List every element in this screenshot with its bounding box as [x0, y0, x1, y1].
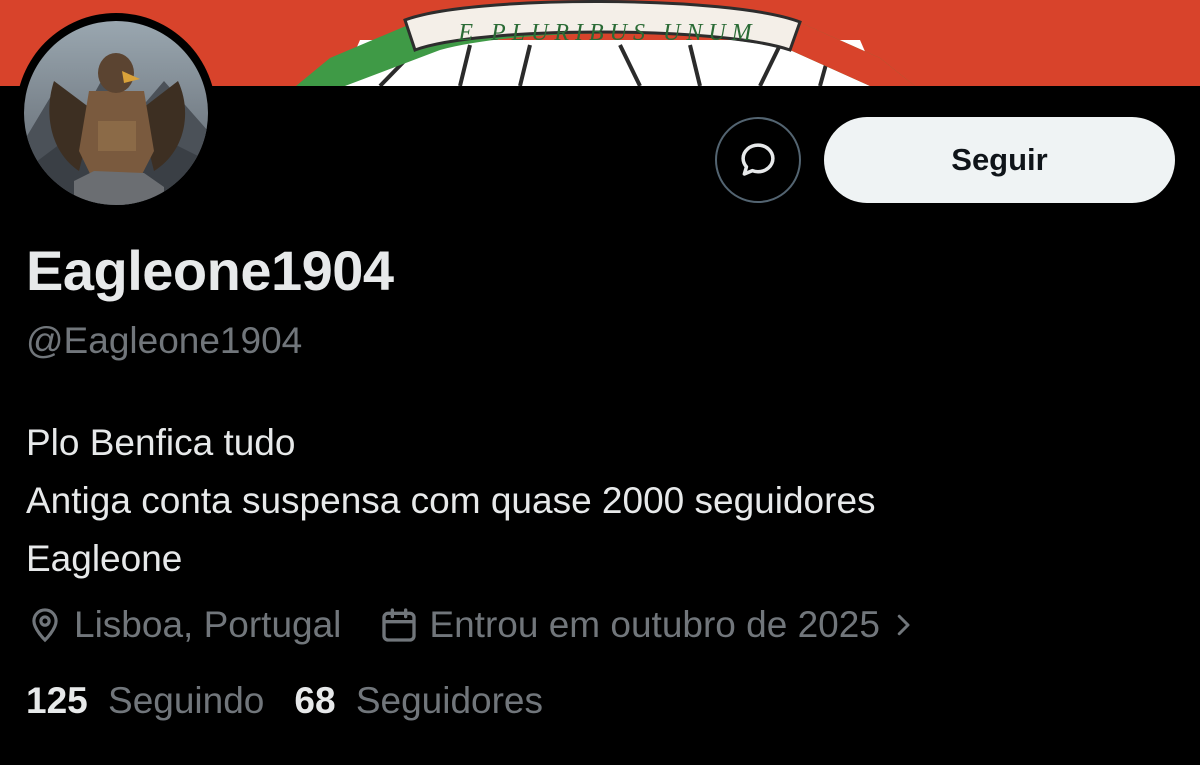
following-label: Seguindo — [108, 680, 265, 721]
following-link[interactable]: 125 Seguindo — [26, 680, 264, 722]
avatar[interactable] — [16, 13, 216, 213]
followers-label: Seguidores — [355, 680, 544, 721]
profile-bio: Plo Benfica tudo Antiga conta suspensa c… — [26, 414, 876, 588]
location-item: Lisboa, Portugal — [26, 604, 341, 646]
following-count: 125 — [26, 680, 88, 721]
bio-line: Plo Benfica tudo — [26, 422, 296, 463]
follow-button[interactable]: Seguir — [824, 117, 1175, 203]
followers-count: 68 — [294, 680, 336, 721]
user-handle: @Eagleone1904 — [26, 320, 303, 361]
eagle-warrior-avatar-icon — [24, 21, 208, 205]
bio-line: Antiga conta suspensa com quase 2000 seg… — [26, 480, 876, 521]
profile-meta: Lisboa, Portugal Entrou em outubro de 20… — [26, 600, 918, 650]
joined-item[interactable]: Entrou em outubro de 2025 — [379, 604, 918, 646]
chat-bubble-icon — [741, 143, 775, 176]
banner-motto: E PLURIBUS UNUM — [457, 20, 757, 46]
message-button[interactable] — [715, 117, 801, 203]
joined-text: Entrou em outubro de 2025 — [429, 604, 880, 645]
chevron-right-icon — [897, 614, 910, 636]
calendar-icon — [382, 608, 417, 642]
follow-stats: 125 Seguindo 68 Seguidores — [26, 680, 543, 722]
followers-link[interactable]: 68 Seguidores — [294, 680, 543, 722]
location-text: Lisboa, Portugal — [74, 604, 342, 645]
location-pin-icon — [32, 608, 58, 643]
display-name: Eagleone1904 — [26, 239, 394, 302]
bio-line: Eagleone — [26, 538, 183, 579]
